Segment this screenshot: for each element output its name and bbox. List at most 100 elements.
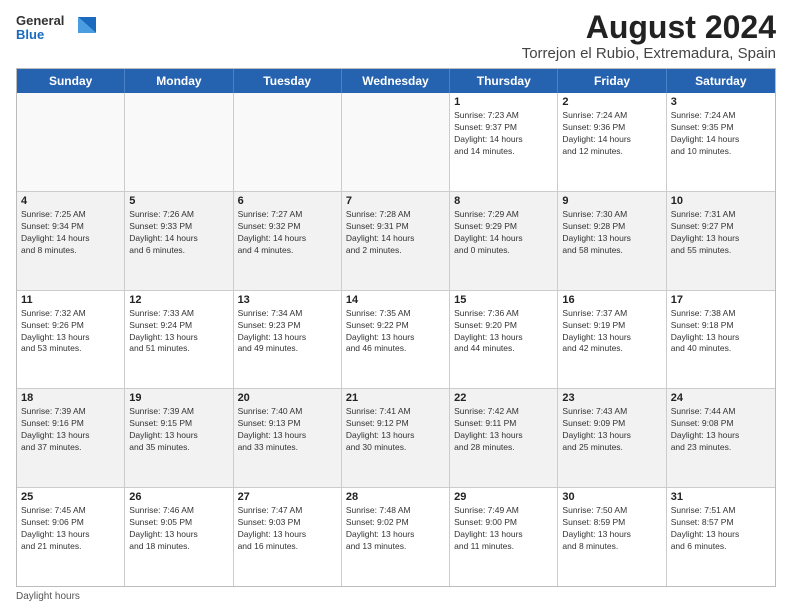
- day-info: Sunrise: 7:24 AM Sunset: 9:35 PM Dayligh…: [671, 110, 771, 158]
- header-cell-wednesday: Wednesday: [342, 69, 450, 93]
- day-cell-28: 28Sunrise: 7:48 AM Sunset: 9:02 PM Dayli…: [342, 488, 450, 586]
- day-number: 25: [21, 491, 120, 503]
- header: General Blue August 2024 Torrejon el Rub…: [16, 10, 776, 62]
- header-cell-friday: Friday: [558, 69, 666, 93]
- day-number: 5: [129, 195, 228, 207]
- footer-note: Daylight hours: [16, 591, 776, 602]
- empty-cell: [17, 93, 125, 191]
- day-info: Sunrise: 7:49 AM Sunset: 9:00 PM Dayligh…: [454, 505, 553, 553]
- calendar-week-5: 25 Sunrise: 7:45 AM Sunset: 9:06 PM Dayli…: [17, 488, 775, 586]
- header-cell-thursday: Thursday: [450, 69, 558, 93]
- day-info: Sunrise: 7:40 AM Sunset: 9:13 PM Dayligh…: [238, 406, 337, 454]
- day-cell-2: 2Sunrise: 7:24 AM Sunset: 9:36 PM Daylig…: [558, 93, 666, 191]
- day-cell-8: 8Sunrise: 7:29 AM Sunset: 9:29 PM Daylig…: [450, 192, 558, 290]
- day-cell-7: 7 Sunrise: 7:28 AM Sunset: 9:31 PM Daylig…: [342, 192, 450, 290]
- day-cell-19: 19 Sunrise: 7:39 AM Sunset: 9:15 PM Dayli…: [125, 389, 233, 487]
- day-number: 24: [671, 392, 771, 404]
- day-number: 29: [454, 491, 553, 503]
- day-number: 22: [454, 392, 553, 404]
- day-number: 6: [238, 195, 337, 207]
- day-info: Sunrise: 7:39 AM Sunset: 9:16 PM Dayligh…: [21, 406, 120, 454]
- day-cell-30: 30 Sunrise: 7:50 AM Sunset: 8:59 PM Dayli…: [558, 488, 666, 586]
- day-info: Sunrise: 7:37 AM Sunset: 9:19 PM Dayligh…: [562, 308, 661, 356]
- header-cell-monday: Monday: [125, 69, 233, 93]
- day-number: 26: [129, 491, 228, 503]
- day-info: Sunrise: 7:48 AM Sunset: 9:02 PM Dayligh…: [346, 505, 445, 553]
- day-number: 21: [346, 392, 445, 404]
- day-info: Sunrise: 7:51 AM Sunset: 8:57 PM Dayligh…: [671, 505, 771, 553]
- day-info: Sunrise: 7:23 AM Sunset: 9:37 PM Dayligh…: [454, 110, 553, 158]
- day-number: 13: [238, 294, 337, 306]
- day-cell-31: 31Sunrise: 7:51 AM Sunset: 8:57 PM Dayli…: [667, 488, 775, 586]
- day-info: Sunrise: 7:47 AM Sunset: 9:03 PM Dayligh…: [238, 505, 337, 553]
- day-cell-6: 6 Sunrise: 7:27 AM Sunset: 9:32 PM Daylig…: [234, 192, 342, 290]
- day-info: Sunrise: 7:36 AM Sunset: 9:20 PM Dayligh…: [454, 308, 553, 356]
- day-cell-25: 25 Sunrise: 7:45 AM Sunset: 9:06 PM Dayli…: [17, 488, 125, 586]
- day-info: Sunrise: 7:32 AM Sunset: 9:26 PM Dayligh…: [21, 308, 120, 356]
- day-info: Sunrise: 7:39 AM Sunset: 9:15 PM Dayligh…: [129, 406, 228, 454]
- day-number: 3: [671, 96, 771, 108]
- day-number: 27: [238, 491, 337, 503]
- day-number: 1: [454, 96, 553, 108]
- day-number: 30: [562, 491, 661, 503]
- day-info: Sunrise: 7:50 AM Sunset: 8:59 PM Dayligh…: [562, 505, 661, 553]
- day-info: Sunrise: 7:45 AM Sunset: 9:06 PM Dayligh…: [21, 505, 120, 553]
- empty-cell: [342, 93, 450, 191]
- page-subtitle: Torrejon el Rubio, Extremadura, Spain: [522, 45, 776, 62]
- day-cell-5: 5Sunrise: 7:26 AM Sunset: 9:33 PM Daylig…: [125, 192, 233, 290]
- day-number: 12: [129, 294, 228, 306]
- day-info: Sunrise: 7:35 AM Sunset: 9:22 PM Dayligh…: [346, 308, 445, 356]
- calendar-header: SundayMondayTuesdayWednesdayThursdayFrid…: [17, 69, 775, 93]
- calendar-week-3: 11 Sunrise: 7:32 AM Sunset: 9:26 PM Dayli…: [17, 291, 775, 390]
- day-cell-16: 16Sunrise: 7:37 AM Sunset: 9:19 PM Dayli…: [558, 291, 666, 389]
- day-cell-3: 3 Sunrise: 7:24 AM Sunset: 9:35 PM Daylig…: [667, 93, 775, 191]
- day-info: Sunrise: 7:30 AM Sunset: 9:28 PM Dayligh…: [562, 209, 661, 257]
- calendar-body: 1 Sunrise: 7:23 AM Sunset: 9:37 PM Daylig…: [17, 93, 775, 586]
- day-info: Sunrise: 7:44 AM Sunset: 9:08 PM Dayligh…: [671, 406, 771, 454]
- day-cell-17: 17 Sunrise: 7:38 AM Sunset: 9:18 PM Dayli…: [667, 291, 775, 389]
- calendar-week-4: 18 Sunrise: 7:39 AM Sunset: 9:16 PM Dayli…: [17, 389, 775, 488]
- day-cell-13: 13 Sunrise: 7:34 AM Sunset: 9:23 PM Dayli…: [234, 291, 342, 389]
- calendar: SundayMondayTuesdayWednesdayThursdayFrid…: [16, 68, 776, 587]
- header-cell-saturday: Saturday: [667, 69, 775, 93]
- day-info: Sunrise: 7:27 AM Sunset: 9:32 PM Dayligh…: [238, 209, 337, 257]
- day-number: 15: [454, 294, 553, 306]
- day-info: Sunrise: 7:46 AM Sunset: 9:05 PM Dayligh…: [129, 505, 228, 553]
- day-info: Sunrise: 7:31 AM Sunset: 9:27 PM Dayligh…: [671, 209, 771, 257]
- day-cell-1: 1 Sunrise: 7:23 AM Sunset: 9:37 PM Daylig…: [450, 93, 558, 191]
- empty-cell: [234, 93, 342, 191]
- day-cell-26: 26 Sunrise: 7:46 AM Sunset: 9:05 PM Dayli…: [125, 488, 233, 586]
- day-info: Sunrise: 7:34 AM Sunset: 9:23 PM Dayligh…: [238, 308, 337, 356]
- day-cell-29: 29 Sunrise: 7:49 AM Sunset: 9:00 PM Dayli…: [450, 488, 558, 586]
- day-number: 11: [21, 294, 120, 306]
- day-cell-10: 10 Sunrise: 7:31 AM Sunset: 9:27 PM Dayli…: [667, 192, 775, 290]
- day-info: Sunrise: 7:41 AM Sunset: 9:12 PM Dayligh…: [346, 406, 445, 454]
- day-cell-14: 14 Sunrise: 7:35 AM Sunset: 9:22 PM Dayli…: [342, 291, 450, 389]
- calendar-week-1: 1 Sunrise: 7:23 AM Sunset: 9:37 PM Daylig…: [17, 93, 775, 192]
- day-number: 17: [671, 294, 771, 306]
- day-info: Sunrise: 7:25 AM Sunset: 9:34 PM Dayligh…: [21, 209, 120, 257]
- day-cell-21: 21 Sunrise: 7:41 AM Sunset: 9:12 PM Dayli…: [342, 389, 450, 487]
- day-number: 9: [562, 195, 661, 207]
- day-cell-27: 27 Sunrise: 7:47 AM Sunset: 9:03 PM Dayli…: [234, 488, 342, 586]
- logo-icon: [68, 13, 96, 41]
- day-number: 14: [346, 294, 445, 306]
- day-info: Sunrise: 7:43 AM Sunset: 9:09 PM Dayligh…: [562, 406, 661, 454]
- day-number: 23: [562, 392, 661, 404]
- day-cell-24: 24 Sunrise: 7:44 AM Sunset: 9:08 PM Dayli…: [667, 389, 775, 487]
- day-number: 7: [346, 195, 445, 207]
- day-number: 8: [454, 195, 553, 207]
- logo-text: General Blue: [16, 14, 64, 43]
- day-number: 10: [671, 195, 771, 207]
- day-info: Sunrise: 7:38 AM Sunset: 9:18 PM Dayligh…: [671, 308, 771, 356]
- day-number: 2: [562, 96, 661, 108]
- day-info: Sunrise: 7:28 AM Sunset: 9:31 PM Dayligh…: [346, 209, 445, 257]
- logo: General Blue: [16, 14, 96, 43]
- title-block: August 2024 Torrejon el Rubio, Extremadu…: [522, 10, 776, 62]
- day-number: 18: [21, 392, 120, 404]
- day-cell-12: 12Sunrise: 7:33 AM Sunset: 9:24 PM Dayli…: [125, 291, 233, 389]
- day-cell-22: 22Sunrise: 7:42 AM Sunset: 9:11 PM Dayli…: [450, 389, 558, 487]
- day-number: 19: [129, 392, 228, 404]
- header-cell-tuesday: Tuesday: [234, 69, 342, 93]
- calendar-week-2: 4Sunrise: 7:25 AM Sunset: 9:34 PM Daylig…: [17, 192, 775, 291]
